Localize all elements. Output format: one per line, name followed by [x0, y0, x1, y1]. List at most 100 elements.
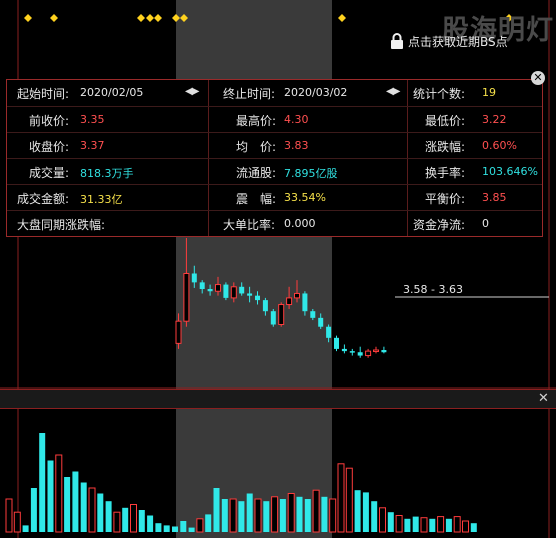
volume-bar	[287, 493, 295, 533]
turnover-label: 换手率:	[425, 166, 466, 180]
candle-body	[326, 326, 332, 338]
low-label: 最低价:	[425, 114, 466, 128]
volume-bar	[80, 482, 87, 532]
volume-bar	[263, 501, 270, 532]
volume-bar	[420, 517, 428, 533]
net-flow-label: 资金净流:	[413, 218, 466, 232]
candle-body	[270, 311, 276, 325]
float-shares-label: 流通股:	[236, 166, 277, 180]
count-label: 统计个数:	[413, 87, 466, 101]
volume-bar	[188, 527, 195, 532]
volume-bar	[47, 460, 54, 532]
candle-body	[349, 351, 355, 353]
volume-bar	[88, 487, 96, 533]
stats-row-amount: 成交金额: 31.33亿 震 幅: 33.54% 平衡价: 3.85	[7, 184, 542, 210]
volume-bar	[395, 515, 403, 533]
volume-bar	[163, 525, 170, 532]
volume-bar	[312, 489, 320, 533]
candle-body	[310, 311, 316, 318]
start-time-nav-arrows[interactable]: ◀▶	[185, 86, 199, 97]
volume-bar	[229, 498, 237, 533]
candle-body	[373, 349, 379, 353]
candle-body	[318, 317, 324, 327]
volume-bar	[55, 454, 63, 533]
volume-bar	[254, 498, 262, 533]
start-time-value: 2020/02/05	[80, 86, 144, 99]
volume-bar	[304, 499, 311, 532]
stats-row-time: 起始时间: 2020/02/05 ◀▶ 终止时间: 2020/03/02 ◀▶ …	[7, 80, 542, 105]
big-order-label: 大单比率:	[223, 218, 276, 232]
volume-bar	[196, 518, 204, 533]
volume-bar	[437, 516, 445, 533]
volume-bar	[122, 507, 129, 532]
volume-bar	[39, 433, 46, 532]
low-value: 3.22	[482, 113, 507, 126]
volume-bar	[147, 515, 154, 532]
candle-body	[215, 284, 221, 292]
candle-body	[381, 350, 387, 353]
candle-body	[247, 293, 253, 296]
candle-body	[278, 304, 285, 326]
net-flow-value: 0	[482, 217, 489, 230]
volume-bar	[404, 518, 411, 532]
prev-close-value: 3.35	[80, 113, 105, 126]
volume-value: 818.3万手	[80, 167, 134, 180]
candle-body	[255, 295, 260, 301]
volume-bar	[113, 511, 121, 533]
volume-bar	[213, 488, 220, 532]
start-time-label: 起始时间:	[17, 87, 70, 101]
candle-body	[239, 286, 245, 294]
candle-body	[175, 320, 182, 344]
stats-row-prices: 前收价: 3.35 最高价: 4.30 最低价: 3.22	[7, 106, 542, 132]
stats-row-market: 大盘同期涨跌幅: 大单比率: 0.000 资金净流: 0	[7, 210, 542, 236]
volume-bar	[379, 507, 386, 533]
end-time-nav-arrows[interactable]: ◀▶	[386, 86, 400, 97]
bs-points-text: 点击获取近期BS点	[408, 34, 508, 49]
stats-row-close: 收盘价: 3.37 均 价: 3.83 涨跌幅: 0.60%	[7, 132, 542, 158]
volume-bar	[329, 498, 337, 533]
count-value: 19	[482, 86, 496, 99]
volume-bar	[22, 525, 29, 532]
volume-bar	[246, 493, 253, 532]
volume-bar	[462, 520, 469, 533]
volume-bar	[337, 463, 345, 533]
volume-bar	[5, 498, 13, 533]
volume-bar	[105, 501, 112, 532]
selection-range-label: 3.58 - 3.63	[403, 283, 463, 296]
bs-points-link[interactable]: 点击获取近期BS点	[390, 31, 508, 51]
amount-value: 31.33亿	[80, 193, 123, 206]
volume-bar	[64, 477, 71, 532]
volume-bar	[345, 467, 353, 533]
lock-icon	[391, 33, 403, 49]
volume-bar	[387, 512, 394, 532]
market-change-label: 大盘同期涨跌幅:	[17, 218, 106, 232]
stats-row-volume: 成交量: 818.3万手 流通股: 7.895亿股 换手率: 103.646%	[7, 158, 542, 184]
end-time-label: 终止时间:	[223, 87, 276, 101]
volume-bar	[362, 492, 369, 532]
volume-bar	[271, 496, 279, 533]
close-panel-button[interactable]: ✕	[531, 71, 545, 85]
change-value: 0.60%	[482, 139, 517, 152]
avg-price-value: 3.83	[284, 139, 309, 152]
balance-price-label: 平衡价:	[425, 192, 466, 206]
candle-body	[191, 273, 197, 283]
volume-bar	[371, 501, 378, 532]
volume-bar	[180, 521, 187, 532]
amplitude-label: 震 幅:	[236, 192, 277, 206]
candle-body	[334, 337, 339, 349]
close-volume-pane-button[interactable]: ✕	[538, 391, 549, 406]
volume-bar	[429, 518, 436, 532]
volume-bar	[412, 516, 419, 532]
high-value: 4.30	[284, 113, 309, 126]
candle-body	[183, 272, 190, 322]
candle-body	[302, 293, 308, 312]
volume-bar	[279, 499, 286, 532]
candle-body	[365, 350, 372, 357]
volume-bar	[238, 501, 245, 532]
turnover-value: 103.646%	[482, 165, 538, 178]
high-label: 最高价:	[236, 114, 277, 128]
close-label: 收盘价:	[29, 140, 70, 154]
close-value: 3.37	[80, 139, 105, 152]
candle-body	[294, 292, 300, 299]
volume-bar	[221, 499, 228, 532]
